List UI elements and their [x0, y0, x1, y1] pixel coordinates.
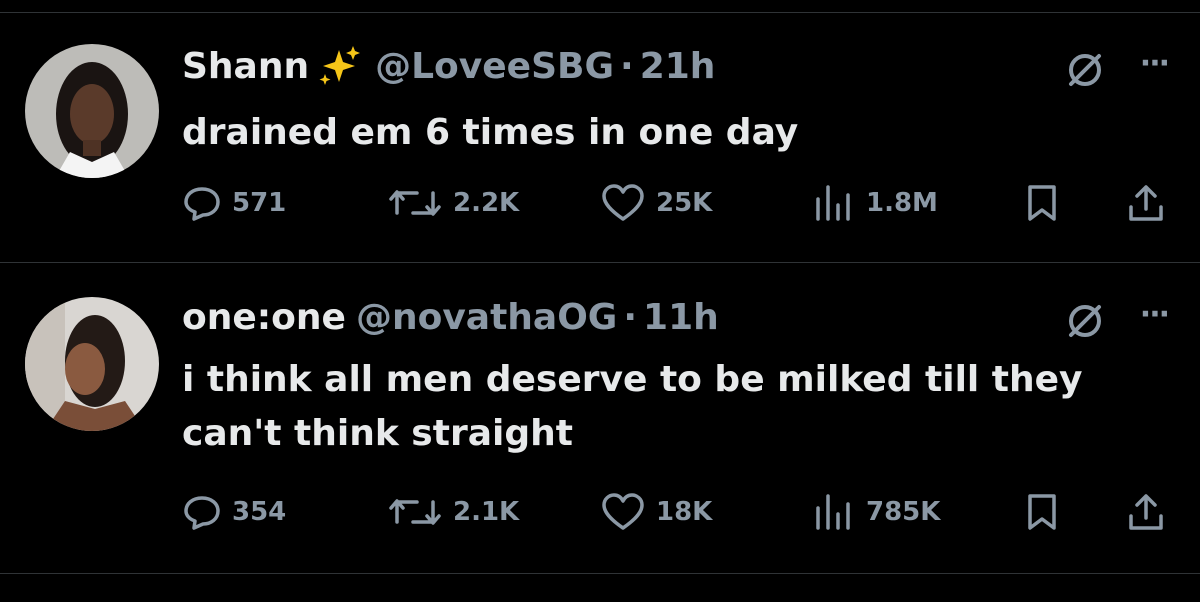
- sparkles-icon: [319, 46, 361, 85]
- avatar[interactable]: [25, 44, 159, 178]
- heart-icon: [602, 493, 644, 530]
- handle[interactable]: @novathaOG: [356, 297, 617, 338]
- views-button[interactable]: 785K: [812, 492, 940, 532]
- share-button[interactable]: [1126, 492, 1166, 532]
- tweet-actions: 571 2.2K 25K 1.8M: [182, 183, 1172, 223]
- reply-icon: [184, 496, 220, 530]
- heart-icon: [602, 184, 644, 221]
- bookmark-button[interactable]: [1022, 183, 1062, 223]
- more-options-icon[interactable]: ···: [1140, 297, 1170, 332]
- reply-count: 571: [232, 188, 287, 218]
- repost-count: 2.2K: [453, 188, 520, 218]
- views-icon: [816, 185, 850, 221]
- views-button[interactable]: 1.8M: [812, 183, 938, 223]
- tweet-2[interactable]: one:one @novathaOG · 11h ··· i think all…: [0, 263, 1200, 573]
- avatar[interactable]: [25, 297, 159, 431]
- reply-icon: [184, 187, 220, 221]
- share-icon: [1129, 494, 1163, 530]
- separator: ·: [620, 45, 634, 87]
- reply-button[interactable]: 354: [182, 492, 286, 532]
- grok-icon[interactable]: [1065, 301, 1105, 341]
- handle[interactable]: @LoveeSBG: [375, 46, 614, 87]
- tweet-header: Shann @LoveeSBG · 21h: [182, 44, 715, 88]
- share-icon: [1129, 185, 1163, 221]
- display-name[interactable]: one:one: [182, 297, 346, 338]
- tweet-text: i think all men deserve to be milked til…: [182, 359, 1083, 454]
- tweet-actions: 354 2.1K 18K 785K: [182, 492, 1172, 532]
- like-count: 18K: [656, 497, 713, 527]
- bottom-divider: [0, 573, 1200, 574]
- more-options-icon[interactable]: ···: [1140, 46, 1170, 81]
- tweet-text: drained em 6 times in one day: [182, 112, 799, 153]
- timestamp[interactable]: 11h: [643, 297, 719, 338]
- repost-count: 2.1K: [453, 497, 520, 527]
- display-name[interactable]: Shann: [182, 44, 361, 88]
- repost-button[interactable]: 2.1K: [387, 492, 519, 532]
- repost-icon: [389, 190, 441, 216]
- timestamp[interactable]: 21h: [640, 46, 716, 87]
- view-count: 785K: [866, 497, 941, 527]
- like-count: 25K: [656, 188, 713, 218]
- repost-button[interactable]: 2.2K: [387, 183, 519, 223]
- repost-icon: [389, 499, 441, 525]
- bookmark-icon: [1028, 494, 1056, 530]
- views-icon: [816, 494, 850, 530]
- grok-icon[interactable]: [1065, 50, 1105, 90]
- tweet-1[interactable]: Shann @LoveeSBG · 21h ··· drained em 6 t…: [0, 0, 1200, 262]
- reply-button[interactable]: 571: [182, 183, 286, 223]
- like-button[interactable]: 25K: [600, 183, 712, 223]
- share-button[interactable]: [1126, 183, 1166, 223]
- view-count: 1.8M: [866, 188, 938, 218]
- separator: ·: [623, 297, 638, 338]
- bookmark-icon: [1028, 185, 1056, 221]
- bookmark-button[interactable]: [1022, 492, 1062, 532]
- reply-count: 354: [232, 497, 287, 527]
- tweet-header: one:one @novathaOG · 11h: [182, 297, 719, 338]
- like-button[interactable]: 18K: [600, 492, 712, 532]
